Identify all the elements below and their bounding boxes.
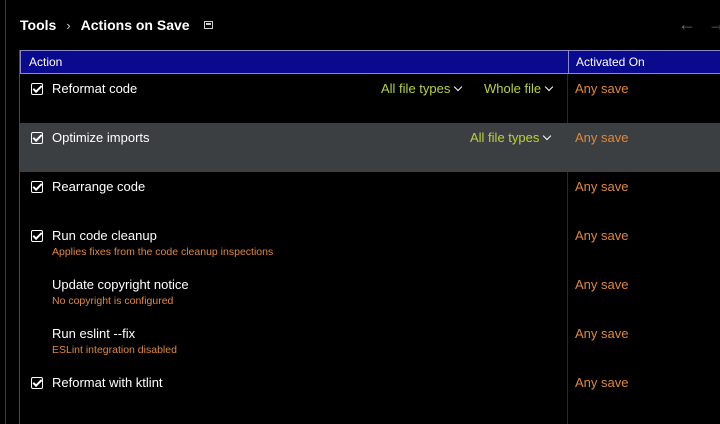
row-title: Run eslint --fix xyxy=(52,326,136,341)
activated-on-link[interactable]: Any save xyxy=(575,228,628,243)
activated-on-link[interactable]: Any save xyxy=(575,375,628,390)
header: Tools › Actions on Save ← → xyxy=(0,0,720,50)
window-edge xyxy=(5,0,6,424)
row-checkbox[interactable] xyxy=(31,83,43,95)
dropdown-label: Whole file xyxy=(484,81,542,96)
forward-arrow-icon[interactable]: → xyxy=(708,14,720,35)
activated-on-link[interactable]: Any save xyxy=(575,130,628,145)
table-row[interactable]: Run code cleanup Applies fixes from the … xyxy=(20,221,720,270)
table-row[interactable]: Reformat with ktlint Any save xyxy=(20,368,720,417)
row-title: Run code cleanup xyxy=(52,228,157,243)
row-checkbox[interactable] xyxy=(31,132,43,144)
table-row[interactable]: Run eslint --fix ESLint integration disa… xyxy=(20,319,720,368)
row-title: Reformat with ktlint xyxy=(52,375,163,390)
chevron-down-icon xyxy=(454,82,463,92)
row-subtitle: No copyright is configured xyxy=(52,295,174,307)
scope-dropdown[interactable]: Whole file xyxy=(484,81,554,96)
row-title: Optimize imports xyxy=(52,130,150,145)
activated-on-link[interactable]: Any save xyxy=(575,326,628,341)
activated-on-link[interactable]: Any save xyxy=(575,179,628,194)
page-title: Actions on Save xyxy=(80,17,190,33)
table-row[interactable]: Update copyright notice No copyright is … xyxy=(20,270,720,319)
column-header-activated-on[interactable]: Activated On xyxy=(576,55,645,69)
activated-on-link[interactable]: Any save xyxy=(575,277,628,292)
column-divider[interactable] xyxy=(568,51,569,73)
dropdown-label: All file types xyxy=(470,130,540,145)
dropdown-label: All file types xyxy=(381,81,451,96)
back-arrow-icon[interactable]: ← xyxy=(678,14,696,35)
table-header: Action Activated On xyxy=(20,50,720,74)
row-checkbox[interactable] xyxy=(31,181,43,193)
table-row[interactable]: Reformat code All file types Whole file … xyxy=(20,74,720,123)
row-checkbox[interactable] xyxy=(31,230,43,242)
row-subtitle: ESLint integration disabled xyxy=(52,344,177,356)
chevron-down-icon xyxy=(543,131,552,141)
row-title: Rearrange code xyxy=(52,179,146,194)
breadcrumb-parent[interactable]: Tools xyxy=(20,17,56,33)
file-types-dropdown[interactable]: All file types xyxy=(470,130,552,145)
table-row[interactable]: Rearrange code Any save xyxy=(20,172,720,221)
activated-on-link[interactable]: Any save xyxy=(575,81,628,96)
chevron-down-icon xyxy=(544,82,554,92)
nav-arrows: ← → xyxy=(678,14,720,35)
row-title: Reformat code xyxy=(52,81,138,96)
row-checkbox[interactable] xyxy=(31,377,43,389)
window-icon[interactable] xyxy=(203,21,213,29)
breadcrumb: Tools › Actions on Save xyxy=(20,17,213,33)
row-title: Update copyright notice xyxy=(52,277,189,292)
column-header-action[interactable]: Action xyxy=(29,55,62,69)
table-row[interactable]: Optimize imports All file types Any save xyxy=(20,123,720,172)
actions-table: Action Activated On Reformat code All fi… xyxy=(19,50,720,424)
breadcrumb-separator: › xyxy=(66,17,71,33)
row-subtitle: Applies fixes from the code cleanup insp… xyxy=(52,246,274,258)
file-types-dropdown[interactable]: All file types xyxy=(381,81,463,96)
